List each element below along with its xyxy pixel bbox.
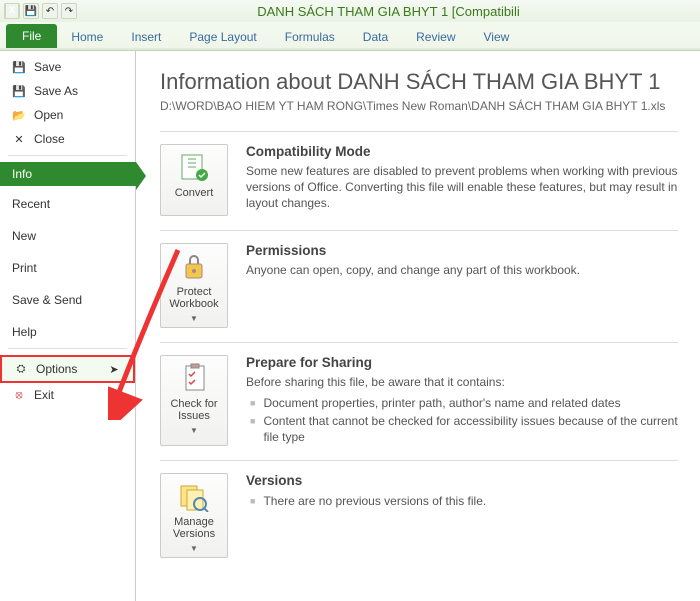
sidebar-item-options[interactable]: ⛭ Options ➤ [0,355,135,383]
section-prepare-sharing: Check for Issues ▼ Prepare for Sharing B… [160,342,678,461]
tab-page-layout[interactable]: Page Layout [175,26,270,48]
qat-undo-icon[interactable]: ↶ [42,3,58,19]
tab-home[interactable]: Home [57,26,117,48]
sidebar-item-label: Options [36,362,77,376]
open-icon: 📂 [12,108,26,122]
tab-file[interactable]: File [6,24,57,48]
qat-save-icon[interactable]: 💾 [23,3,39,19]
quick-access-toolbar: 💾 ↶ ↷ [4,3,77,19]
convert-icon [178,151,210,183]
sidebar-item-close[interactable]: ✕ Close [0,127,135,151]
sidebar-item-label: Save As [34,84,78,98]
check-for-issues-button[interactable]: Check for Issues ▼ [160,355,228,447]
divider [8,155,127,156]
sidebar-item-label: Open [34,108,63,122]
chevron-down-icon: ▼ [190,544,198,553]
title-bar: 💾 ↶ ↷ DANH SÁCH THAM GIA BHYT 1 [Compati… [0,0,700,22]
sidebar-item-label: Print [12,261,37,275]
sidebar-item-print[interactable]: Print [0,256,135,280]
chevron-down-icon: ▼ [190,314,198,323]
save-as-icon: 💾 [12,84,26,98]
close-doc-icon: ✕ [12,132,26,146]
tile-label: Protect Workbook [165,286,223,310]
ribbon-tabs: File Home Insert Page Layout Formulas Da… [0,22,700,48]
sidebar-item-label: Help [12,325,37,339]
sidebar-item-label: Recent [12,197,50,211]
sidebar-item-help[interactable]: Help [0,320,135,344]
sidebar-item-recent[interactable]: Recent [0,192,135,216]
sidebar-item-new[interactable]: New [0,224,135,248]
sidebar-item-label: New [12,229,36,243]
exit-icon: ⦻ [12,388,26,402]
tab-formulas[interactable]: Formulas [271,26,349,48]
options-icon: ⛭ [14,362,28,376]
list-item: Content that cannot be checked for acces… [263,413,678,445]
backstage-sidebar: 💾 Save 💾 Save As 📂 Open ✕ Close Info Rec… [0,51,136,601]
chevron-down-icon: ▼ [190,426,198,435]
tab-data[interactable]: Data [349,26,402,48]
section-heading: Versions [246,473,678,488]
checklist-icon [178,362,210,394]
qat-redo-icon[interactable]: ↷ [61,3,77,19]
file-path: D:\WORD\BAO HIEM YT HAM RONG\Times New R… [160,99,678,113]
cursor-icon: ➤ [107,362,121,376]
sidebar-item-label: Save [34,60,61,74]
manage-versions-button[interactable]: Manage Versions ▼ [160,473,228,558]
sidebar-item-save[interactable]: 💾 Save [0,55,135,79]
list-item: There are no previous versions of this f… [263,493,486,509]
section-text: Before sharing this file, be aware that … [246,374,678,390]
lock-icon [178,250,210,282]
version-list: There are no previous versions of this f… [246,492,678,510]
list-item: Document properties, printer path, autho… [263,395,620,411]
sidebar-item-open[interactable]: 📂 Open [0,103,135,127]
sidebar-item-save-as[interactable]: 💾 Save As [0,79,135,103]
excel-app-icon [4,3,20,19]
section-heading: Permissions [246,243,678,258]
tab-view[interactable]: View [470,26,524,48]
sidebar-item-info[interactable]: Info [0,162,136,186]
section-compatibility: Convert Compatibility Mode Some new feat… [160,131,678,230]
section-text: Anyone can open, copy, and change any pa… [246,262,678,278]
sidebar-item-label: Save & Send [12,293,82,307]
sidebar-item-label: Close [34,132,65,146]
versions-icon [178,480,210,512]
issue-list: Document properties, printer path, autho… [246,394,678,447]
tab-review[interactable]: Review [402,26,469,48]
section-heading: Prepare for Sharing [246,355,678,370]
backstage-content: Information about DANH SÁCH THAM GIA BHY… [136,51,700,601]
section-text: Some new features are disabled to preven… [246,163,678,212]
save-icon: 💾 [12,60,26,74]
convert-button[interactable]: Convert [160,144,228,216]
section-versions: Manage Versions ▼ Versions There are no … [160,460,678,572]
sidebar-item-save-send[interactable]: Save & Send [0,288,135,312]
sidebar-item-exit[interactable]: ⦻ Exit [0,383,135,407]
window-title: DANH SÁCH THAM GIA BHYT 1 [Compatibili [77,4,700,19]
tile-label: Manage Versions [165,516,223,540]
section-heading: Compatibility Mode [246,144,678,159]
page-title: Information about DANH SÁCH THAM GIA BHY… [160,69,678,95]
tile-label: Convert [175,187,214,199]
sidebar-item-label: Exit [34,388,54,402]
section-permissions: Protect Workbook ▼ Permissions Anyone ca… [160,230,678,342]
sidebar-item-label: Info [12,167,32,181]
tile-label: Check for Issues [165,398,223,422]
divider [8,348,127,349]
tab-insert[interactable]: Insert [117,26,175,48]
protect-workbook-button[interactable]: Protect Workbook ▼ [160,243,228,328]
